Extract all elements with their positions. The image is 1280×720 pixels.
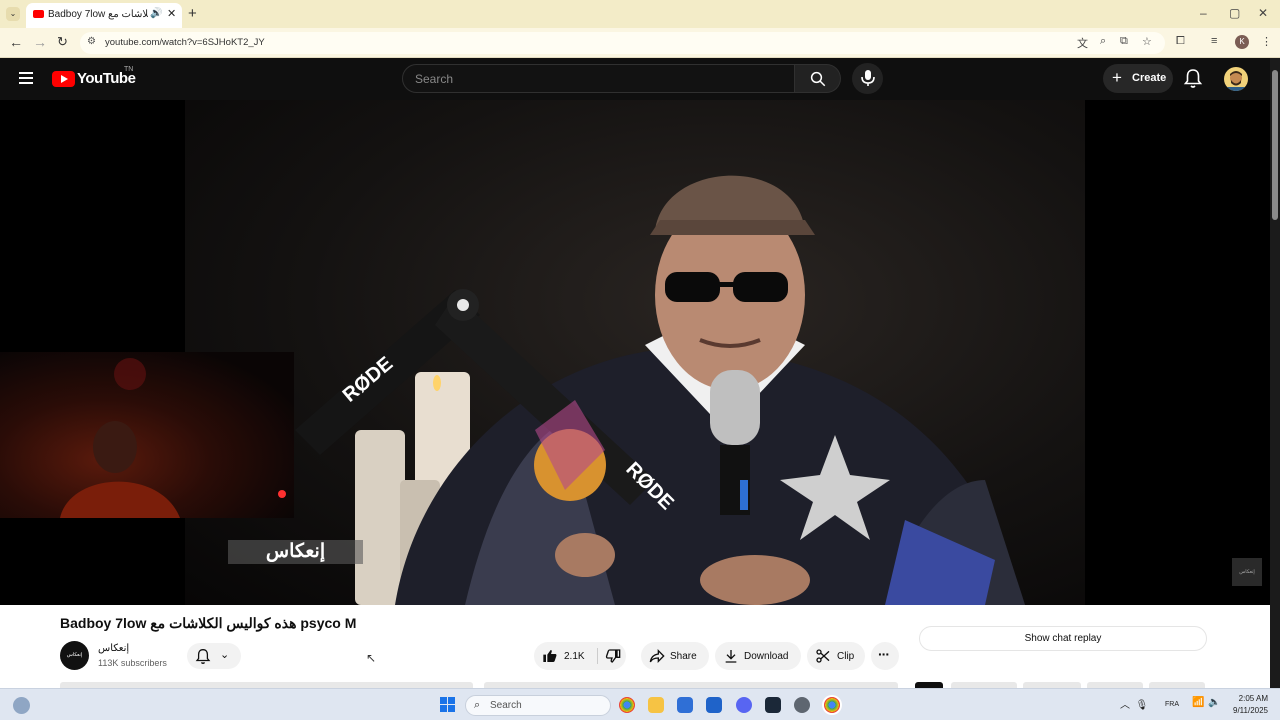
guide-menu-icon[interactable] — [19, 72, 33, 84]
account-face-icon — [1227, 71, 1245, 91]
like-dislike-group: 2.1K — [534, 642, 626, 670]
zoom-icon[interactable]: ⌕ — [1100, 35, 1106, 48]
search-input[interactable] — [415, 71, 775, 87]
discord-app-icon[interactable] — [736, 697, 752, 713]
back-button[interactable]: ← — [9, 34, 23, 50]
search-icon: ⌕ — [474, 699, 481, 711]
create-label: Create — [1132, 72, 1167, 84]
voice-search-button[interactable] — [852, 63, 883, 94]
reload-button[interactable]: ↻ — [57, 34, 68, 50]
microphone-icon — [861, 70, 875, 86]
more-horizontal-icon: ··· — [878, 646, 890, 662]
taskbar-search-box[interactable]: ⌕ Search — [465, 695, 611, 716]
clip-label: Clip — [837, 651, 855, 662]
system-app-icon[interactable] — [794, 697, 810, 713]
webcam-person-illustration — [60, 358, 286, 518]
reading-list-icon[interactable]: ≡ — [1211, 35, 1217, 47]
browser-toolbar: ← → ↻ ⚙ youtube.com/watch?v=6SJHoKT2_JY … — [0, 28, 1280, 58]
chrome-app-icon[interactable] — [619, 697, 635, 713]
download-icon — [725, 650, 737, 663]
notifications-bell-icon[interactable] — [1183, 68, 1203, 89]
share-label: Share — [670, 651, 697, 662]
notification-preferences-button[interactable]: ⌄ — [187, 643, 241, 669]
mouse-cursor-icon: ↖ — [366, 651, 377, 665]
bell-icon — [195, 649, 211, 664]
like-count: 2.1K — [564, 651, 585, 662]
create-button[interactable]: + Create — [1103, 64, 1173, 93]
browser-tab-strip: ⌄ Badboy 7low هذه كواليس الكلاشات مع 🔊 ✕… — [0, 0, 1280, 28]
show-chat-replay-button[interactable]: Show chat replay — [919, 626, 1207, 651]
system-tray-icons[interactable]: ︿ 🎙 — [1120, 696, 1148, 711]
youtube-favicon-icon — [33, 10, 44, 18]
video-player[interactable]: RØDE RØDE إنعكاس إنعكاس — [0, 100, 1270, 605]
windows-taskbar: ⌕ Search ︿ 🎙 FRA 📶 🔈 2:05 AM 9/11/2025 — [0, 688, 1280, 720]
tab-close-button[interactable]: ✕ — [167, 7, 176, 20]
channel-name-link[interactable]: إنعكاس — [98, 643, 129, 654]
tab-search-button[interactable]: ⌄ — [6, 7, 20, 21]
thumbs-down-icon — [605, 649, 621, 663]
site-info-icon[interactable]: ⚙ — [87, 36, 96, 47]
bookmark-star-icon[interactable]: ☆ — [1142, 35, 1152, 48]
windows-start-icon[interactable] — [440, 697, 456, 713]
mail-app-icon[interactable] — [706, 697, 722, 713]
search-box[interactable] — [402, 64, 795, 93]
browser-tab-active[interactable]: Badboy 7low هذه كواليس الكلاشات مع 🔊 ✕ — [26, 3, 182, 28]
channel-avatar[interactable]: إنعكاس — [60, 641, 89, 670]
forward-button[interactable]: → — [33, 34, 47, 50]
youtube-masthead: YouTube TN + Create — [0, 58, 1270, 100]
extensions-icon[interactable]: ⧠ — [1176, 35, 1185, 48]
video-metadata-section: Badboy 7low هذه كواليس الكلاشات مع psyco… — [0, 605, 1270, 688]
share-icon — [649, 649, 665, 663]
page-scrollbar[interactable] — [1270, 58, 1280, 688]
weather-widget-icon[interactable] — [13, 697, 30, 714]
more-actions-button[interactable]: ··· — [871, 642, 899, 670]
tab-title: Badboy 7low هذه كواليس الكلاشات مع — [48, 9, 148, 20]
chevron-down-icon: ⌄ — [220, 649, 230, 661]
download-label: Download — [744, 651, 789, 662]
window-minimize-button[interactable]: – — [1200, 6, 1207, 20]
like-button[interactable]: 2.1K — [534, 642, 596, 670]
dislike-button[interactable] — [598, 642, 626, 670]
video-frame: RØDE RØDE — [185, 100, 1085, 605]
new-tab-button[interactable]: + — [188, 5, 197, 22]
scissors-icon — [816, 649, 830, 663]
chrome-active-app-icon[interactable] — [824, 697, 840, 713]
scrollbar-thumb[interactable] — [1272, 70, 1278, 220]
window-close-button[interactable]: ✕ — [1258, 6, 1268, 20]
taskbar-search-placeholder: Search — [490, 700, 522, 711]
streamer-webcam-overlay — [0, 352, 294, 518]
taskbar-clock-time[interactable]: 2:05 AM — [1228, 694, 1268, 703]
thumbs-up-icon — [543, 650, 557, 662]
video-scene-illustration: RØDE RØDE — [295, 175, 1025, 605]
audio-playing-icon[interactable]: 🔊 — [150, 8, 162, 19]
wifi-icon[interactable]: 📶 — [1192, 697, 1204, 708]
search-button[interactable] — [795, 64, 841, 93]
microsoft-store-icon[interactable] — [677, 697, 693, 713]
volume-icon[interactable]: 🔈 — [1208, 697, 1220, 708]
video-overlay-logo-text: إنعكاس — [228, 540, 363, 564]
plus-icon: + — [1112, 68, 1122, 87]
address-bar[interactable]: ⚙ youtube.com/watch?v=6SJHoKT2_JY — [80, 32, 1165, 54]
input-language-indicator[interactable]: FRA — [1165, 701, 1179, 708]
install-app-icon[interactable]: ⧉ — [1120, 35, 1128, 48]
subscriber-count: 113K subscribers — [98, 658, 167, 668]
logo-country-code: TN — [124, 66, 134, 73]
clip-button[interactable]: Clip — [807, 642, 865, 670]
share-button[interactable]: Share — [641, 642, 709, 670]
account-avatar[interactable] — [1224, 67, 1248, 91]
steam-app-icon[interactable] — [765, 697, 781, 713]
file-explorer-icon[interactable] — [648, 697, 664, 713]
channel-watermark-button[interactable]: إنعكاس — [1232, 558, 1262, 586]
window-maximize-button[interactable]: ▢ — [1229, 6, 1240, 20]
browser-profile-avatar[interactable]: K — [1235, 35, 1249, 49]
video-title: Badboy 7low هذه كواليس الكلاشات مع psyco… — [60, 615, 357, 631]
translate-icon[interactable]: 文 — [1077, 35, 1088, 51]
url-text: youtube.com/watch?v=6SJHoKT2_JY — [105, 37, 265, 48]
taskbar-clock-date[interactable]: 9/11/2025 — [1222, 706, 1268, 715]
browser-menu-icon[interactable]: ⋮ — [1261, 35, 1272, 48]
youtube-logo-icon[interactable] — [52, 71, 75, 87]
download-button[interactable]: Download — [715, 642, 801, 670]
search-icon — [810, 71, 826, 87]
